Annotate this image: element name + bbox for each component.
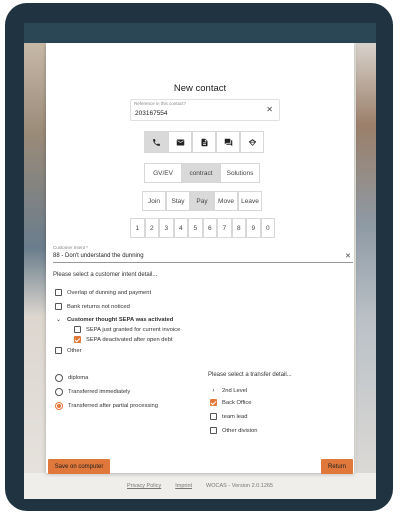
checkbox-back-office[interactable] (210, 399, 217, 406)
transfer-option-back-office[interactable]: Back Office (210, 399, 252, 406)
intent-group-sepa[interactable]: ⌄ Customer thought SEPA was activated (55, 316, 174, 324)
intent-label: Customer Intent * (53, 245, 89, 250)
transfer-detail-prompt: Please select a transfer detail... (208, 372, 292, 378)
checkbox-other-division[interactable] (210, 427, 217, 434)
resolution-option-partial[interactable]: Transferred after partial processing (55, 402, 158, 410)
intent-option-overlap[interactable]: Overlap of dunning and payment (55, 289, 151, 296)
intent-detail-prompt: Please select a customer intent detail..… (53, 272, 158, 278)
number-key-7[interactable]: 7 (217, 218, 232, 238)
tab-leave[interactable]: Leave (238, 191, 262, 211)
channel-selector (144, 131, 264, 153)
resolution-option-diploma[interactable]: diploma (55, 374, 88, 382)
version-text: WOCAS - Version 2.0.1265 (206, 483, 273, 489)
number-key-3[interactable]: 3 (159, 218, 174, 238)
checkbox-other[interactable] (55, 347, 62, 354)
radio-diploma[interactable] (55, 374, 63, 382)
option-label: diploma (68, 375, 89, 381)
transfer-group-2nd-level[interactable]: › 2nd Level (210, 388, 248, 394)
number-key-5[interactable]: 5 (188, 218, 203, 238)
number-key-4[interactable]: 4 (173, 218, 188, 238)
radio-immediately[interactable] (55, 388, 63, 396)
option-label: Transferred after partial processing (68, 403, 158, 409)
reference-label: Reference in this contact? (134, 101, 187, 106)
checkbox-sepa-granted[interactable] (74, 326, 81, 333)
number-key-0[interactable]: 0 (260, 218, 275, 238)
reference-value[interactable]: 203167554 (135, 110, 168, 117)
chevron-down-icon[interactable]: ⌄ (55, 316, 62, 323)
tab-stay[interactable]: Stay (166, 191, 190, 211)
phone-icon (152, 138, 160, 146)
phase-tabs: Join Stay Pay Move Leave (142, 191, 262, 211)
intent-option-other[interactable]: Other (55, 347, 82, 354)
transfer-option-other-division[interactable]: Other division (210, 427, 257, 434)
option-label: Other (67, 347, 82, 354)
option-label: Bank returns not noticed (67, 303, 130, 310)
intent-field[interactable]: 88 - Don't understand the dunning (53, 253, 144, 259)
save-on-computer-button[interactable]: Save on computer (48, 459, 110, 474)
option-label: SEPA just granted for current invoice (86, 326, 181, 333)
intent-option-sepa-granted[interactable]: SEPA just granted for current invoice (74, 326, 180, 333)
mail-icon (176, 139, 184, 145)
tab-solutions[interactable]: Solutions (220, 163, 260, 183)
tab-gv-ev[interactable]: GV/EV (144, 163, 182, 183)
clear-reference-icon[interactable]: ✕ (266, 106, 273, 114)
tab-join[interactable]: Join (142, 191, 166, 211)
option-label: SEPA deactivated after open debt (86, 336, 173, 343)
number-key-6[interactable]: 6 (202, 218, 217, 238)
option-label: Overlap of dunning and payment (67, 289, 152, 296)
checkbox-bank[interactable] (55, 303, 62, 310)
document-icon (201, 138, 207, 146)
group-label: Customer thought SEPA was activated (67, 316, 174, 323)
privacy-policy-link[interactable]: Privacy Policy (127, 483, 161, 489)
number-pad: 1 2 3 4 5 6 7 8 9 0 (130, 218, 275, 238)
intent-option-sepa-deactivated[interactable]: SEPA deactivated after open debt (74, 336, 173, 343)
dialog-title: New contact (173, 83, 227, 94)
number-key-8[interactable]: 8 (231, 218, 246, 238)
footer-links: Privacy Policy Imprint WOCAS - Version 2… (24, 483, 376, 489)
return-button[interactable]: Return (321, 459, 353, 474)
intent-underline (53, 262, 353, 263)
signature-icon (248, 138, 256, 146)
resolution-option-immediately[interactable]: Transferred immediately (55, 388, 130, 396)
background-photo-right (356, 43, 376, 499)
app-screen: New contact Reference in this contact? 2… (24, 23, 376, 499)
clear-intent-icon[interactable]: ✕ (345, 252, 351, 260)
intent-option-bank[interactable]: Bank returns not noticed (55, 303, 130, 310)
chevron-right-icon[interactable]: › (210, 388, 217, 394)
checkbox-team-lead[interactable] (210, 413, 217, 420)
app-header-bar (24, 23, 376, 43)
chat-icon (224, 138, 232, 146)
phone-button[interactable] (144, 131, 168, 153)
document-button[interactable] (192, 131, 216, 153)
radio-partial[interactable] (55, 402, 63, 410)
reference-field[interactable]: Reference in this contact? 203167554 ✕ (130, 99, 280, 121)
chat-button[interactable] (216, 131, 240, 153)
option-label: Transferred immediately (68, 389, 131, 395)
background-photo-left (24, 43, 46, 499)
option-label: 2nd Level (222, 388, 248, 394)
mail-button[interactable] (168, 131, 192, 153)
new-contact-dialog: New contact Reference in this contact? 2… (46, 43, 354, 474)
option-label: team lead (222, 413, 248, 420)
tablet-frame: New contact Reference in this contact? 2… (5, 3, 393, 511)
tab-pay[interactable]: Pay (190, 191, 214, 211)
tab-move[interactable]: Move (214, 191, 238, 211)
number-key-9[interactable]: 9 (246, 218, 261, 238)
type-tabs: GV/EV contract Solutions (144, 163, 260, 183)
checkbox-overlap[interactable] (55, 289, 62, 296)
option-label: Other division (222, 427, 258, 434)
checkbox-sepa-deactivated[interactable] (74, 336, 81, 343)
transfer-option-team-lead[interactable]: team lead (210, 413, 247, 420)
number-key-2[interactable]: 2 (144, 218, 159, 238)
imprint-link[interactable]: Imprint (175, 483, 192, 489)
option-label: Back Office (222, 399, 252, 406)
tab-contract[interactable]: contract (182, 163, 220, 183)
signature-button[interactable] (240, 131, 264, 153)
number-key-1[interactable]: 1 (130, 218, 145, 238)
